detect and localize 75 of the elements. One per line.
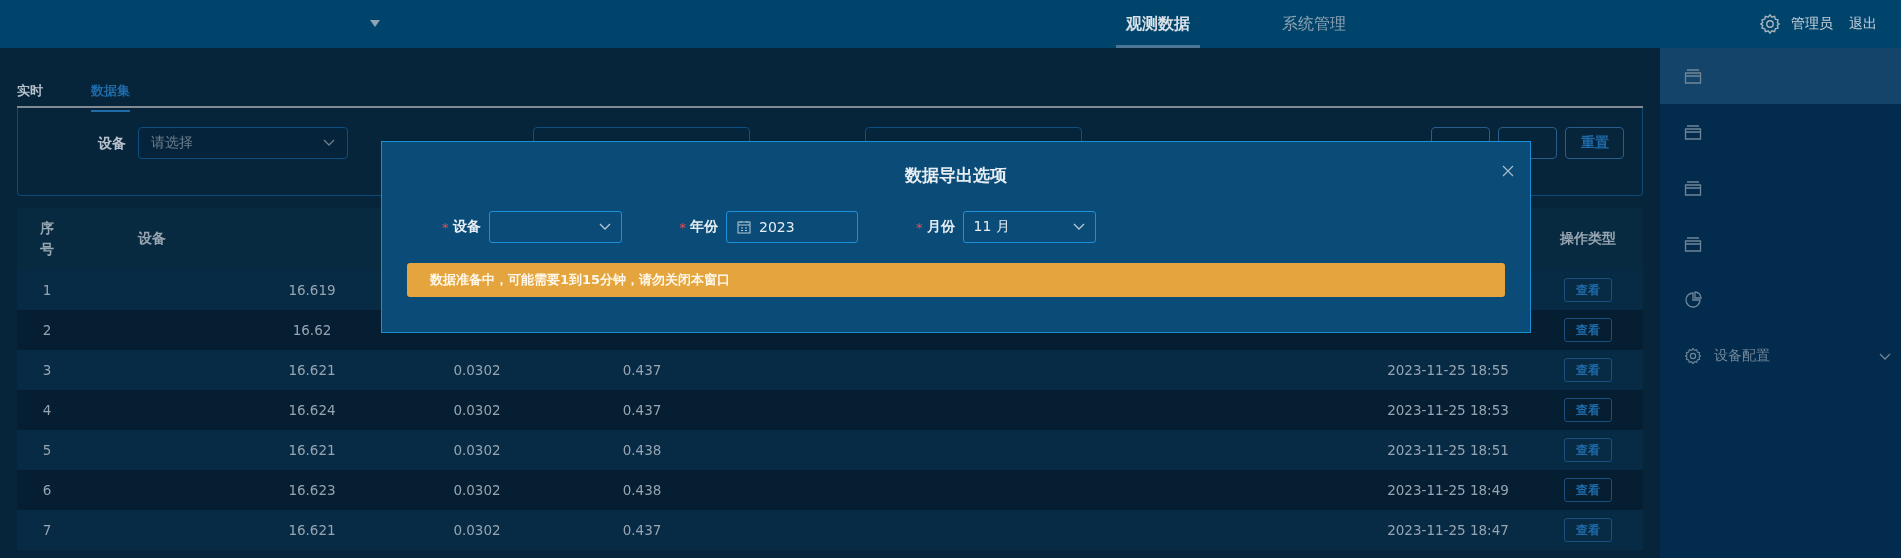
tray-icon xyxy=(1684,68,1702,84)
settings-icon xyxy=(1684,347,1702,365)
tab[interactable]: 实时 xyxy=(17,76,43,112)
table-cell-text: 2023-11-25 18:55 xyxy=(1386,362,1510,378)
table-cell-text: 16.624 xyxy=(287,402,337,418)
settings-icon[interactable] xyxy=(1759,13,1781,35)
sidebar-item[interactable]: 设备配置 xyxy=(1660,328,1901,384)
table-cell-text: 6 xyxy=(41,482,53,498)
select-field[interactable]: 11 月 xyxy=(962,211,1096,243)
view-button[interactable]: 查看 xyxy=(1564,358,1612,382)
view-button[interactable]: 查看 xyxy=(1564,318,1612,342)
device-select[interactable]: 请选择 xyxy=(138,127,348,159)
table-cell-text: 1 xyxy=(41,282,53,298)
view-button[interactable]: 查看 xyxy=(1564,438,1612,462)
table-cell-text: 16.621 xyxy=(287,522,337,538)
tab[interactable]: 数据集 xyxy=(91,76,130,112)
pie-chart-icon xyxy=(1684,291,1702,309)
column-header: 操作类型 xyxy=(1559,230,1617,248)
table-cell-text: 0.438 xyxy=(621,482,663,498)
tray-icon xyxy=(1684,180,1702,196)
table-cell-text: 16.619 xyxy=(287,282,337,298)
table-cell-text: 2023-11-25 18:49 xyxy=(1386,482,1510,498)
table-cell-text: 2023-11-25 18:51 xyxy=(1386,442,1510,458)
select-field[interactable] xyxy=(488,211,622,243)
menu-label: 设备配置 xyxy=(1714,347,1770,365)
table-cell-text: 7 xyxy=(41,522,53,538)
tray-icon xyxy=(1684,236,1702,252)
view-button[interactable]: 查看 xyxy=(1564,278,1612,302)
filter-button[interactable]: 重置 xyxy=(1565,127,1624,159)
table-cell-text: 16.62 xyxy=(291,322,333,338)
table-cell-text: 16.621 xyxy=(287,442,337,458)
required-mark: * xyxy=(442,219,449,235)
warning-alert: 数据准备中，可能需要1到15分钟，请勿关闭本窗口 xyxy=(407,263,1505,297)
table-cell-text: 0.438 xyxy=(621,442,663,458)
view-button[interactable]: 查看 xyxy=(1564,478,1612,502)
required-mark: * xyxy=(679,219,686,235)
table-cell-text: 0.437 xyxy=(621,522,663,538)
table-cell-text: 0.0302 xyxy=(452,482,502,498)
table-cell-text: 2023-11-25 18:53 xyxy=(1386,402,1510,418)
chevron-down-icon xyxy=(323,139,335,147)
field-label: 年份 xyxy=(690,218,718,236)
calendar-icon xyxy=(737,220,751,234)
chevron-down-icon xyxy=(1879,353,1891,361)
view-button[interactable]: 查看 xyxy=(1564,398,1612,422)
table-cell-text: 2023-11-25 18:47 xyxy=(1386,522,1510,538)
logout-link[interactable]: 退出 xyxy=(1849,15,1877,33)
field-label: 设备 xyxy=(98,134,126,153)
field-label: 月份 xyxy=(926,218,955,236)
required-mark: * xyxy=(916,219,923,235)
table-cell-text: 0.437 xyxy=(621,362,663,378)
table-cell-text: 3 xyxy=(41,362,53,378)
table-cell-text: 0.0302 xyxy=(452,402,502,418)
table-cell-text: 0.0302 xyxy=(452,362,502,378)
user-name[interactable]: 管理员 xyxy=(1791,15,1833,33)
field-label: 设备 xyxy=(452,218,481,236)
chevron-down-icon xyxy=(598,223,611,231)
caret-icon[interactable] xyxy=(370,20,380,27)
table-cell-text: 16.623 xyxy=(287,482,337,498)
year-field[interactable]: 2023 xyxy=(726,211,858,243)
nav-tab[interactable]: 系统管理 xyxy=(1272,0,1356,48)
table-cell-text: 4 xyxy=(41,402,53,418)
table-cell-text: 16.621 xyxy=(287,362,337,378)
sidebar-item[interactable] xyxy=(1660,48,1901,104)
table-cell-text: 0.437 xyxy=(621,402,663,418)
table-cell-text: 0.0302 xyxy=(452,522,502,538)
table-cell-text: 5 xyxy=(41,442,53,458)
column-header: 设备 xyxy=(136,230,167,248)
column-header: 序号 xyxy=(40,219,54,259)
chevron-down-icon xyxy=(1072,223,1085,231)
view-button[interactable]: 查看 xyxy=(1564,518,1612,542)
table-cell-text: 0.0302 xyxy=(452,442,502,458)
dialog-title: 数据导出选项 xyxy=(905,164,1007,187)
table-cell-text: 2 xyxy=(41,322,53,338)
close-icon[interactable] xyxy=(1502,165,1514,177)
tray-icon xyxy=(1684,124,1702,140)
